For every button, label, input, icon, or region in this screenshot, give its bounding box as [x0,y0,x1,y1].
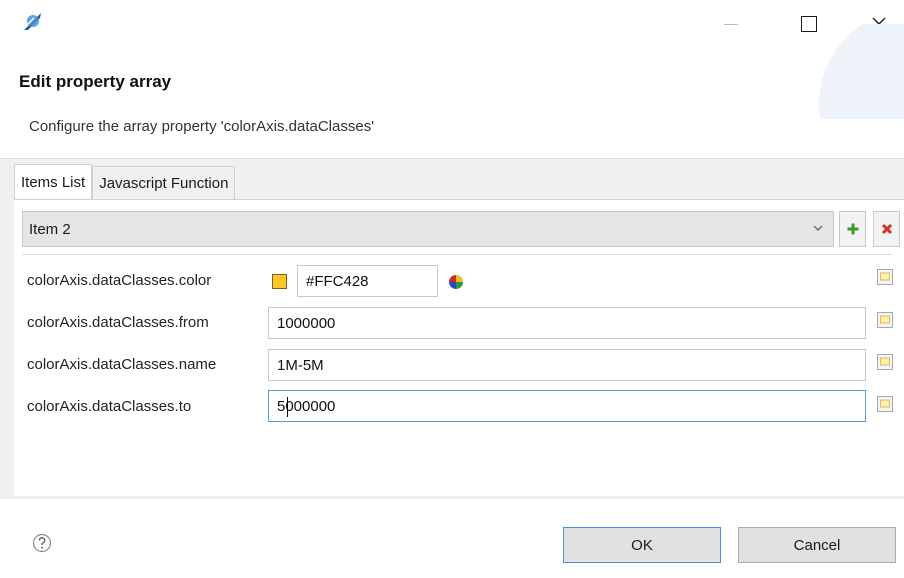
item-dropdown-value: Item 2 [29,220,71,238]
header-banner-graphic [794,24,904,119]
tab-items-list[interactable]: Items List [14,164,93,200]
property-label-from: colorAxis.dataClasses.from [27,314,209,331]
property-label-to: colorAxis.dataClasses.to [27,398,192,415]
minimize-icon [724,23,738,25]
help-icon[interactable] [32,533,52,553]
color-swatch[interactable] [272,274,287,289]
minimize-button[interactable] [708,8,754,40]
add-item-button[interactable] [839,211,866,247]
dialog-title: Edit property array [19,72,172,91]
to-value-field[interactable]: 5000000 [268,390,866,422]
color-picker-icon[interactable] [449,275,463,289]
dialog-description: Configure the array property 'colorAxis.… [29,118,375,135]
property-label-name: colorAxis.dataClasses.name [27,356,217,373]
color-value-field[interactable]: #FFC428 [297,265,438,297]
item-dropdown[interactable]: Item 2 [22,211,834,247]
chevron-down-icon [813,225,823,231]
tab-bar: Items List Javascript Function [14,164,236,200]
title-bar [0,0,904,48]
note-icon[interactable] [876,311,894,329]
ok-button[interactable]: OK [563,527,721,563]
note-icon[interactable] [876,268,894,286]
name-value-field[interactable]: 1M-5M [268,349,866,381]
remove-item-button[interactable] [873,211,900,247]
cancel-button[interactable]: Cancel [738,527,896,563]
text-cursor [287,397,288,417]
note-icon[interactable] [876,353,894,371]
delete-icon [881,223,892,235]
eclipse-app-icon [20,10,44,34]
plus-icon [847,223,858,235]
from-value-field[interactable]: 1000000 [268,307,866,339]
tab-javascript-function[interactable]: Javascript Function [92,166,236,200]
note-icon[interactable] [876,395,894,413]
property-label-color: colorAxis.dataClasses.color [27,272,212,289]
divider [22,254,892,255]
